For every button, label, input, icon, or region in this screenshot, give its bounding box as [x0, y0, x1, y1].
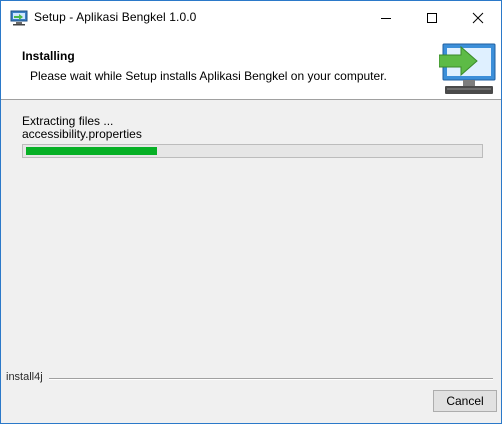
- close-icon: [472, 12, 484, 24]
- setup-app-icon: [10, 10, 28, 26]
- footer-divider: [49, 378, 493, 380]
- installer-brand-label: install4j: [6, 371, 43, 383]
- page-subtitle: Please wait while Setup installs Aplikas…: [30, 69, 387, 83]
- setup-window: Setup - Aplikasi Bengkel 1.0.0 Installin…: [0, 0, 502, 424]
- maximize-button[interactable]: [409, 1, 455, 35]
- minimize-button[interactable]: [363, 1, 409, 35]
- maximize-icon: [427, 13, 437, 23]
- page-title: Installing: [22, 49, 75, 63]
- status-text: Extracting files ...: [22, 114, 114, 128]
- computer-install-arrow-icon: [438, 41, 497, 97]
- wizard-header: Installing Please wait while Setup insta…: [1, 35, 501, 100]
- window-title: Setup - Aplikasi Bengkel 1.0.0: [34, 10, 197, 24]
- progress-fill: [26, 147, 157, 155]
- close-button[interactable]: [455, 1, 501, 35]
- title-bar[interactable]: Setup - Aplikasi Bengkel 1.0.0: [1, 1, 501, 35]
- cancel-button[interactable]: Cancel: [433, 390, 497, 412]
- minimize-icon: [381, 18, 391, 19]
- current-file-text: accessibility.properties: [22, 127, 142, 141]
- progress-bar: [22, 144, 483, 158]
- content-area: Extracting files ... accessibility.prope…: [1, 100, 501, 370]
